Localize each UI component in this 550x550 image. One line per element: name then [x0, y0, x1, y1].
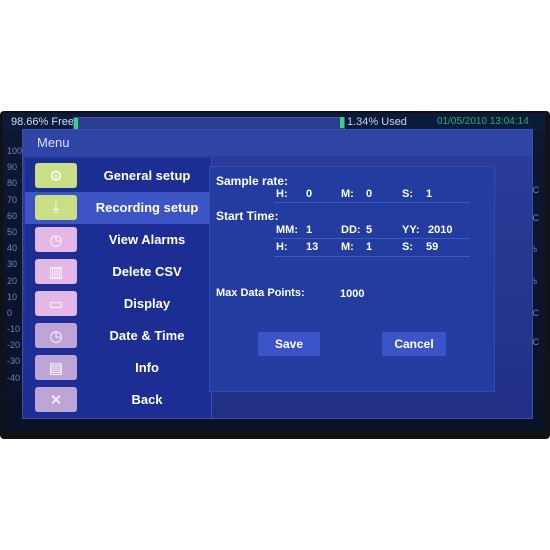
menu-item-label: View Alarms: [108, 232, 186, 247]
screen: 98.66% Free 1.34% Used 01/05/2010 13:04:…: [3, 113, 545, 431]
download-icon: ⤓: [35, 195, 77, 220]
menu-item-general-setup[interactable]: ⚙ General setup: [25, 160, 211, 192]
menu-item-back[interactable]: ✕ Back: [25, 384, 211, 416]
cancel-button[interactable]: Cancel: [382, 332, 446, 356]
divider: [274, 202, 470, 203]
sample-minutes-value[interactable]: 0: [366, 188, 372, 200]
storage-usage-fill: [74, 118, 78, 129]
start-month-label: MM:: [276, 224, 298, 236]
start-year-label: YY:: [402, 224, 420, 236]
menu-item-display[interactable]: ▭ Display: [25, 288, 211, 320]
monitor-icon: ▭: [35, 291, 77, 316]
max-data-points-label: Max Data Points:: [216, 287, 305, 299]
start-minutes-value[interactable]: 1: [366, 241, 372, 253]
recording-setup-panel: Sample rate: H: 0 M: 0 S: 1 Start Time: …: [209, 166, 495, 392]
sample-hours-value[interactable]: 0: [306, 188, 312, 200]
start-minutes-label: M:: [341, 241, 354, 253]
start-seconds-label: S:: [402, 241, 413, 253]
sample-hours-label: H:: [276, 188, 288, 200]
sample-seconds-value[interactable]: 1: [426, 188, 432, 200]
start-seconds-value[interactable]: 59: [426, 241, 438, 253]
save-button[interactable]: Save: [258, 332, 320, 356]
sample-minutes-label: M:: [341, 188, 354, 200]
menu-item-label: General setup: [103, 168, 191, 183]
menu-list: ⚙ General setup ⤓ Recording setup ◷ View…: [25, 158, 212, 418]
menu-item-label: Recording setup: [95, 200, 199, 215]
start-hours-label: H:: [276, 241, 288, 253]
menu-item-label: Date & Time: [109, 328, 185, 343]
document-icon: ▤: [35, 355, 77, 380]
sample-seconds-label: S:: [402, 188, 413, 200]
start-day-value[interactable]: 5: [366, 224, 372, 236]
menu-item-date-time[interactable]: ◷ Date & Time: [25, 320, 211, 352]
start-day-label: DD:: [341, 224, 361, 236]
clock-icon: ◷: [35, 227, 77, 252]
menu-item-view-alarms[interactable]: ◷ View Alarms: [25, 224, 211, 256]
menu-item-label: Display: [123, 296, 171, 311]
start-month-value[interactable]: 1: [306, 224, 312, 236]
clock-icon: ◷: [35, 323, 77, 348]
divider: [274, 256, 470, 257]
gear-icon: ⚙: [35, 163, 77, 188]
menu-item-info[interactable]: ▤ Info: [25, 352, 211, 384]
trash-icon: ▥: [35, 259, 77, 284]
used-marker: [340, 117, 344, 128]
close-icon: ✕: [35, 387, 77, 412]
menu-title: Menu: [23, 130, 532, 156]
menu-item-label: Info: [135, 360, 159, 375]
menu-item-delete-csv[interactable]: ▥ Delete CSV: [25, 256, 211, 288]
menu-item-label: Delete CSV: [112, 264, 182, 279]
sample-rate-label: Sample rate:: [216, 174, 289, 188]
max-data-points-value[interactable]: 1000: [340, 288, 364, 300]
start-year-value[interactable]: 2010: [428, 224, 452, 236]
menu-item-label: Back: [131, 392, 163, 407]
start-time-label: Start Time:: [216, 209, 279, 223]
divider: [274, 238, 470, 239]
start-hours-value[interactable]: 13: [306, 241, 318, 253]
menu-item-recording-setup[interactable]: ⤓ Recording setup: [25, 192, 211, 224]
